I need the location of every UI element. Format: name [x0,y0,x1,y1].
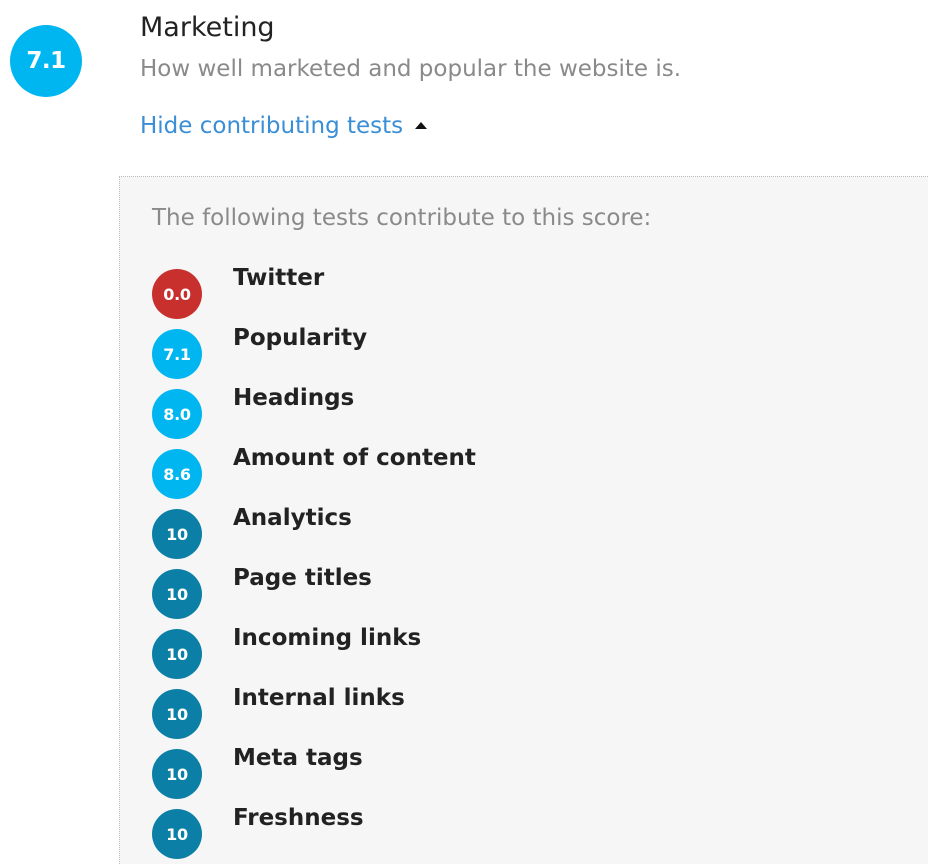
test-name: Internal links [233,685,405,711]
section-description: How well marketed and popular the websit… [140,56,682,82]
test-score-badge: 10 [152,569,202,619]
hide-contributing-tests-link[interactable]: Hide contributing tests [140,113,428,139]
test-score-badge: 10 [152,509,202,559]
test-score-badge: 8.6 [152,449,202,499]
test-score-badge: 10 [152,689,202,739]
test-name: Twitter [233,265,325,291]
test-name: Incoming links [233,625,422,651]
section-score-badge: 7.1 [10,25,82,97]
test-name: Headings [233,385,355,411]
test-name: Popularity [233,325,368,351]
test-score-badge: 10 [152,629,202,679]
test-name: Analytics [233,505,352,531]
toggle-label: Hide contributing tests [140,113,404,139]
test-score-badge: 10 [152,749,202,799]
test-score-badge: 0.0 [152,269,202,319]
contributing-tests-panel: The following tests contribute to this s… [119,176,928,864]
test-score-badge: 8.0 [152,389,202,439]
panel-intro: The following tests contribute to this s… [152,205,652,231]
test-name: Amount of content [233,445,476,471]
test-name: Freshness [233,805,364,831]
test-name: Meta tags [233,745,363,771]
test-name: Page titles [233,565,372,591]
test-score-badge: 7.1 [152,329,202,379]
section-title: Marketing [140,12,275,43]
caret-up-icon [415,121,428,129]
test-score-badge: 10 [152,809,202,859]
